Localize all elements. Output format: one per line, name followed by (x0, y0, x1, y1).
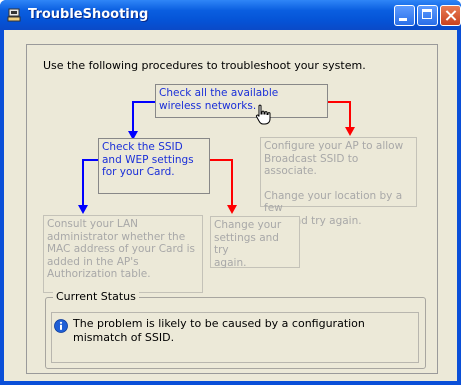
step-text: administrator whether the (47, 230, 186, 243)
arrowhead-blue-2 (78, 205, 88, 214)
step-configure-ap: Configure your AP to allow Broadcast SSI… (260, 137, 417, 227)
step-check-networks: Check all the available wireless network… (155, 84, 328, 118)
step-text: for your Card. (102, 166, 175, 178)
status-message: The problem is likely to be caused by a … (73, 317, 365, 344)
step-text: wireless networks. (159, 99, 257, 112)
step-text: Configure your AP to allow (264, 140, 404, 152)
step-text: Check the SSID (102, 141, 183, 153)
arrow-no-ssid-to-admin (82, 159, 98, 210)
step-text: Check all the available (159, 87, 279, 99)
hand-cursor-icon (255, 104, 271, 125)
step-text: again. (214, 256, 247, 269)
step-text: Consult your LAN (47, 218, 138, 230)
step-text: Authorization table. (47, 268, 151, 280)
arrow-yes-ssid-to-settings (210, 159, 233, 210)
step-text: Broadcast SSID to associate. (264, 152, 359, 178)
step-change-settings: Change your settings and try again. (210, 216, 300, 269)
step-text: settings and try (214, 231, 279, 257)
arrow-yes-networks-to-ap (328, 101, 351, 130)
step-text: and WEP settings (102, 153, 194, 166)
step-check-ssid: Check the SSID and WEP settings for your… (98, 138, 210, 194)
step-text: Change your (214, 219, 282, 231)
current-status-label: Current Status (53, 290, 139, 303)
step-text: Change your location by a few (264, 189, 403, 215)
step-consult-admin: Consult your LAN administrator whether t… (43, 215, 203, 293)
info-icon (54, 319, 68, 333)
step-text: MAC address of your Card is (47, 243, 196, 255)
arrowhead-red-1 (345, 127, 355, 136)
step-text: added in the AP's (47, 255, 139, 268)
arrowhead-red-2 (227, 205, 237, 214)
